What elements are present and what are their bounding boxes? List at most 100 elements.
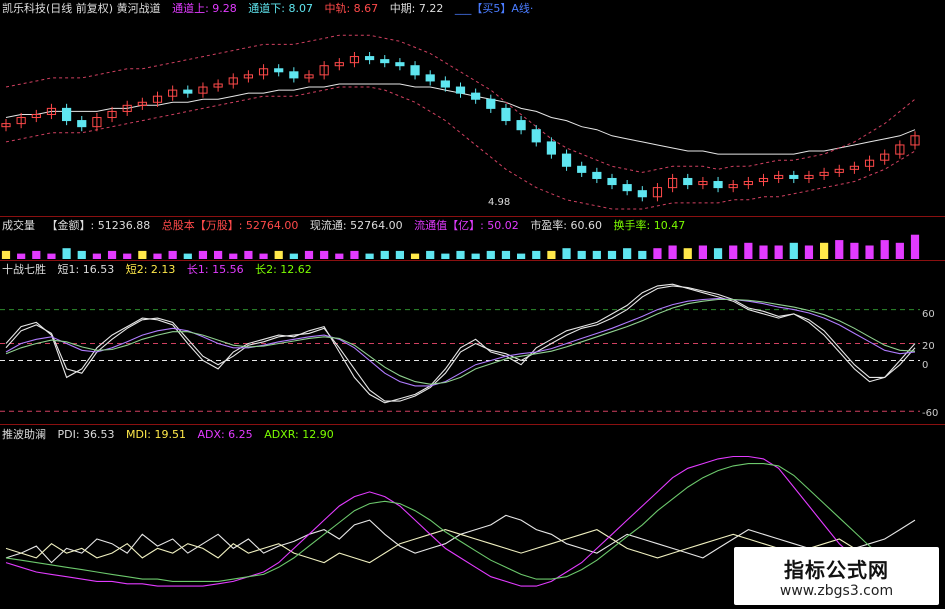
volume-bar [547, 250, 556, 259]
candle-body [380, 59, 390, 64]
volume-bar [895, 242, 904, 259]
short2-label: 短2: 2.13 [125, 263, 176, 276]
candle-body [274, 68, 284, 73]
candle-body [486, 98, 496, 109]
volume-bar [380, 250, 389, 259]
total-shares-label: 总股本【万股】: 52764.00 [161, 219, 299, 232]
volume-bar [820, 242, 829, 259]
mid-line-label: 中轨: 8.67 [324, 2, 379, 15]
kdj-tick-label: -60 [922, 408, 939, 419]
volume-bar [698, 245, 707, 259]
volume-panel-header: 成交量 【金额】: 51236.88 总股本【万股】: 52764.00 现流通… [2, 218, 693, 234]
volume-bar [471, 253, 480, 259]
volume-panel-title: 成交量 [2, 219, 35, 232]
volume-bar [183, 253, 192, 259]
volume-bar [138, 250, 147, 259]
kdj-panel-header: 十战七胜 短1: 16.53 短2: 2.13 长1: 15.56 长2: 12… [2, 262, 320, 278]
candle-body [425, 74, 435, 82]
volume-bar [683, 248, 692, 259]
volume-bar [486, 250, 495, 259]
candle-body [395, 62, 405, 67]
volume-bar [880, 240, 889, 259]
volume-bar [532, 250, 541, 259]
mdi-label: MDI: 19.51 [126, 428, 186, 441]
candle-body [546, 141, 556, 155]
candle-body [789, 174, 799, 179]
candle-body [577, 165, 587, 173]
candle-body [455, 86, 466, 94]
volume-bar [214, 250, 223, 259]
kdj-series-line [5, 298, 916, 385]
volume-bar [850, 242, 859, 259]
volume-bar [441, 253, 450, 259]
volume-bar [304, 250, 314, 259]
adxr-label: ADXR: 12.90 [264, 428, 334, 441]
candle-body [561, 153, 572, 167]
kdj-tick-label: 60 [922, 309, 935, 320]
volume-bar [274, 250, 283, 259]
volume-bar [774, 245, 783, 259]
volume-bar [244, 250, 253, 259]
candle-body [440, 80, 450, 88]
candle-body [289, 71, 299, 79]
volume-bar [592, 250, 601, 259]
dmi-panel-title: 推波助澜 [2, 428, 46, 441]
float-shares-label: 现流通: 52764.00 [309, 219, 403, 232]
pe-ratio-label: 市盈率: 60.60 [530, 219, 603, 232]
low-price-annotation: 4.98 [488, 197, 511, 208]
price-panel-header: 凯乐科技(日线 前复权) 黄河战道 通道上: 9.28 通道下: 8.07 中轨… [2, 1, 541, 17]
stock-chart-window: 凯乐科技(日线 前复权) 黄河战道 通道上: 9.28 通道下: 8.07 中轨… [0, 0, 945, 609]
volume-bar [501, 250, 511, 259]
volume-bar [395, 250, 404, 259]
volume-bar [289, 253, 298, 259]
volume-bar [607, 250, 617, 259]
volume-bar [638, 250, 647, 259]
volume-bar [456, 250, 465, 259]
volume-bar [562, 248, 571, 259]
candle-body [531, 129, 541, 143]
channel-up-label: 通道上: 9.28 [172, 2, 237, 15]
volume-bar [168, 250, 177, 259]
volume-bar [92, 253, 101, 259]
chart-canvas [0, 34, 920, 592]
candle-body [607, 177, 617, 186]
watermark-title: 指标公式网 [784, 557, 889, 582]
pdi-label: PDI: 36.53 [57, 428, 115, 441]
volume-bar [410, 253, 420, 259]
candle-body [501, 107, 511, 122]
volume-bar [759, 245, 768, 259]
watermark-logo: 指标公式网 www.zbgs3.com [734, 547, 939, 605]
kdj-panel-title: 十战七胜 [2, 263, 46, 276]
volume-bar [865, 245, 874, 259]
kdj-tick-label: 0 [922, 360, 929, 371]
extra-indicator-label: ___【买5】A线· [454, 2, 534, 15]
candle-body [410, 65, 420, 76]
candle-body [471, 92, 481, 100]
short1-label: 短1: 16.53 [57, 263, 115, 276]
volume-bar [1, 250, 11, 259]
panel-separator [0, 260, 945, 261]
volume-bar [123, 253, 132, 259]
candle-body [637, 190, 647, 198]
volume-bar [17, 253, 26, 259]
volume-bar [729, 245, 738, 259]
long2-label: 长2: 12.62 [255, 263, 312, 276]
volume-bar [835, 240, 844, 259]
kdj-tick-label: 20 [922, 341, 935, 352]
panel-separator [0, 216, 945, 217]
volume-bar [910, 234, 920, 259]
candle-body [62, 107, 72, 122]
volume-bar [153, 253, 162, 259]
candle-body [77, 120, 87, 128]
price-panel-title: 凯乐科技(日线 前复权) 黄河战道 [2, 2, 161, 15]
volume-bar [350, 250, 359, 259]
volume-bar [623, 248, 632, 259]
volume-bar [77, 250, 86, 259]
volume-bar [804, 245, 814, 259]
watermark-url: www.zbgs3.com [779, 582, 894, 599]
volume-bar [668, 245, 677, 259]
candle-body [713, 181, 723, 189]
volume-bar [229, 253, 238, 259]
volume-bar [107, 250, 117, 259]
float-value-label: 流通值【亿】: 50.02 [414, 219, 519, 232]
